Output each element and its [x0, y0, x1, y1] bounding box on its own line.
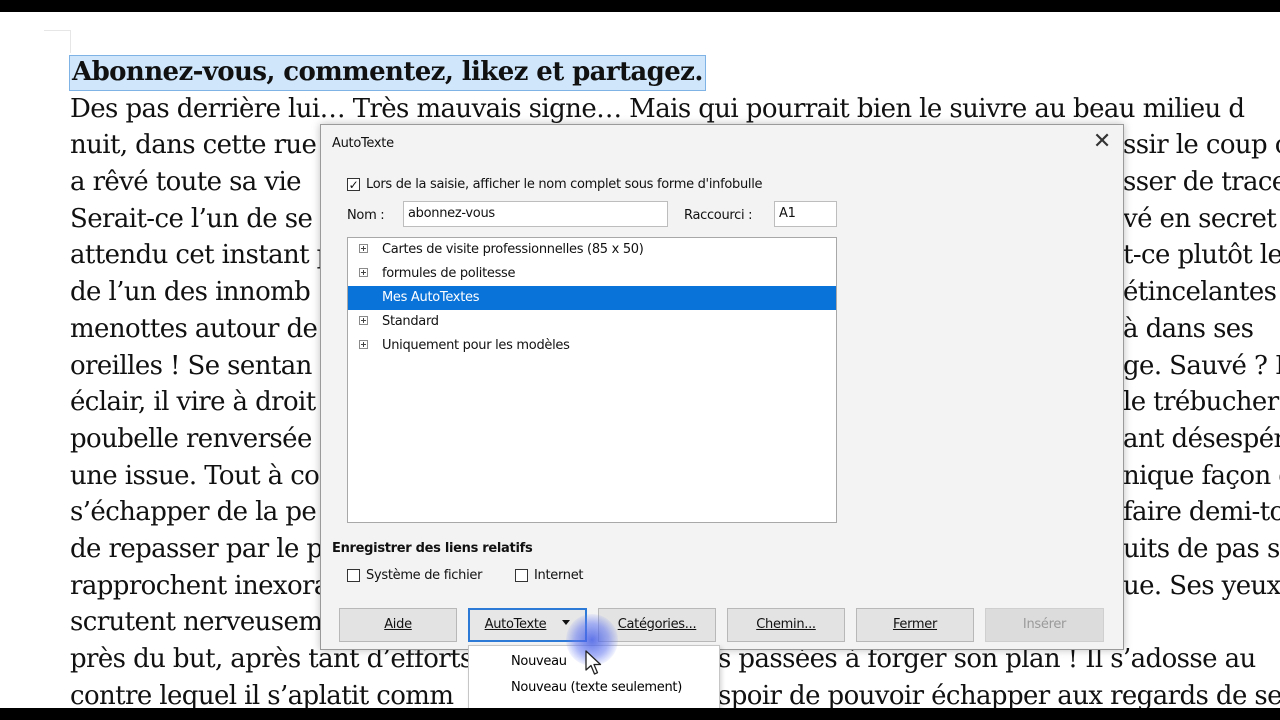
- tree-item-label: formules de politesse: [382, 266, 516, 281]
- expand-plus-icon[interactable]: [359, 316, 368, 325]
- path-button-label: Chemin...: [756, 617, 816, 632]
- path-button[interactable]: Chemin...: [727, 608, 845, 642]
- internet-label[interactable]: Internet: [534, 568, 584, 583]
- document-line[interactable]: Des pas derrière lui… Très mauvais signe…: [70, 91, 1280, 128]
- tree-item[interactable]: Cartes de visite professionnelles (85 x …: [348, 238, 836, 262]
- filesystem-option[interactable]: Système de fichier: [347, 568, 482, 583]
- document-line-end[interactable]: le trébucher: [1123, 384, 1280, 421]
- tree-item-label: Uniquement pour les modèles: [382, 338, 570, 353]
- show-tooltip-option[interactable]: ✓ Lors de la saisie, afficher le nom com…: [347, 177, 763, 192]
- show-tooltip-label[interactable]: Lors de la saisie, afficher le nom compl…: [366, 177, 763, 192]
- filesystem-checkbox[interactable]: [347, 569, 360, 582]
- shortcut-label: Raccourci :: [684, 208, 753, 223]
- mouse-pointer-icon: [585, 650, 602, 675]
- tree-item[interactable]: formules de politesse: [348, 262, 836, 286]
- help-button[interactable]: Aide: [339, 608, 457, 642]
- insert-button: Insérer: [985, 608, 1104, 642]
- tree-item[interactable]: Uniquement pour les modèles: [348, 334, 836, 358]
- menu-item-label: Nouveau: [511, 654, 567, 669]
- show-tooltip-checkbox[interactable]: ✓: [347, 178, 360, 192]
- document-line-end[interactable]: sser de trace: [1123, 164, 1280, 201]
- categories-button-label: Catégories...: [617, 617, 697, 632]
- tree-item-label: Cartes de visite professionnelles (85 x …: [382, 242, 644, 257]
- expand-plus-icon[interactable]: [359, 340, 368, 349]
- document-line-end[interactable]: ge. Sauvé ? I: [1123, 348, 1280, 385]
- menu-item-label: Nouveau (texte seulement): [511, 680, 682, 695]
- document-line-end[interactable]: étincelantes: [1123, 274, 1280, 311]
- close-button[interactable]: Fermer: [856, 608, 974, 642]
- document-title-selected[interactable]: Abonnez-vous, commentez, likez et partag…: [69, 55, 706, 91]
- shortcut-input[interactable]: A1: [774, 201, 837, 227]
- internet-checkbox[interactable]: [515, 569, 528, 582]
- tree-item[interactable]: Standard: [348, 310, 836, 334]
- top-black-bar: [0, 0, 1280, 12]
- close-icon[interactable]: ✕: [1091, 131, 1113, 153]
- menu-item-new-text-only[interactable]: Nouveau (texte seulement): [469, 675, 719, 701]
- tree-item-label: Mes AutoTextes: [382, 290, 480, 305]
- page-corner-marker: [44, 30, 71, 53]
- name-label: Nom :: [347, 208, 385, 223]
- document-line-end[interactable]: [1123, 91, 1280, 128]
- document-line-end[interactable]: ue. Ses yeux: [1123, 568, 1280, 605]
- document-line-end[interactable]: ant désespér: [1123, 421, 1280, 458]
- document-line-end[interactable]: uits de pas se: [1123, 531, 1280, 568]
- bottom-black-bar: [0, 708, 1280, 720]
- tree-item-selected[interactable]: Mes AutoTextes: [348, 286, 836, 310]
- autotext-dialog: AutoTexte ✕ ✓ Lors de la saisie, affiche…: [320, 124, 1124, 650]
- document-line-end[interactable]: t-ce plutôt le: [1123, 237, 1280, 274]
- dropdown-arrow-icon: [562, 620, 571, 625]
- name-input[interactable]: abonnez-vous: [403, 201, 668, 227]
- close-button-label: Fermer: [892, 617, 938, 632]
- relative-links-heading: Enregistrer des liens relatifs: [332, 541, 533, 556]
- expand-plus-icon[interactable]: [359, 268, 368, 277]
- internet-option[interactable]: Internet: [515, 568, 584, 583]
- document-line-end[interactable]: ssir le coup c: [1123, 127, 1280, 164]
- document-line-end[interactable]: faire demi-to: [1123, 494, 1280, 531]
- expand-plus-icon[interactable]: [359, 244, 368, 253]
- document-line-end[interactable]: nique façon c: [1123, 458, 1280, 495]
- tree-item-label: Standard: [382, 314, 439, 329]
- autotext-button-label: AutoTexte: [484, 617, 547, 632]
- insert-button-label: Insérer: [1022, 617, 1067, 632]
- document-line-end[interactable]: à dans ses: [1123, 311, 1280, 348]
- category-tree[interactable]: Cartes de visite professionnelles (85 x …: [347, 237, 837, 523]
- dialog-title: AutoTexte: [332, 136, 394, 151]
- help-button-label: Aide: [384, 617, 412, 632]
- document-line-end[interactable]: vé en secret: [1123, 201, 1280, 238]
- filesystem-label[interactable]: Système de fichier: [366, 568, 482, 583]
